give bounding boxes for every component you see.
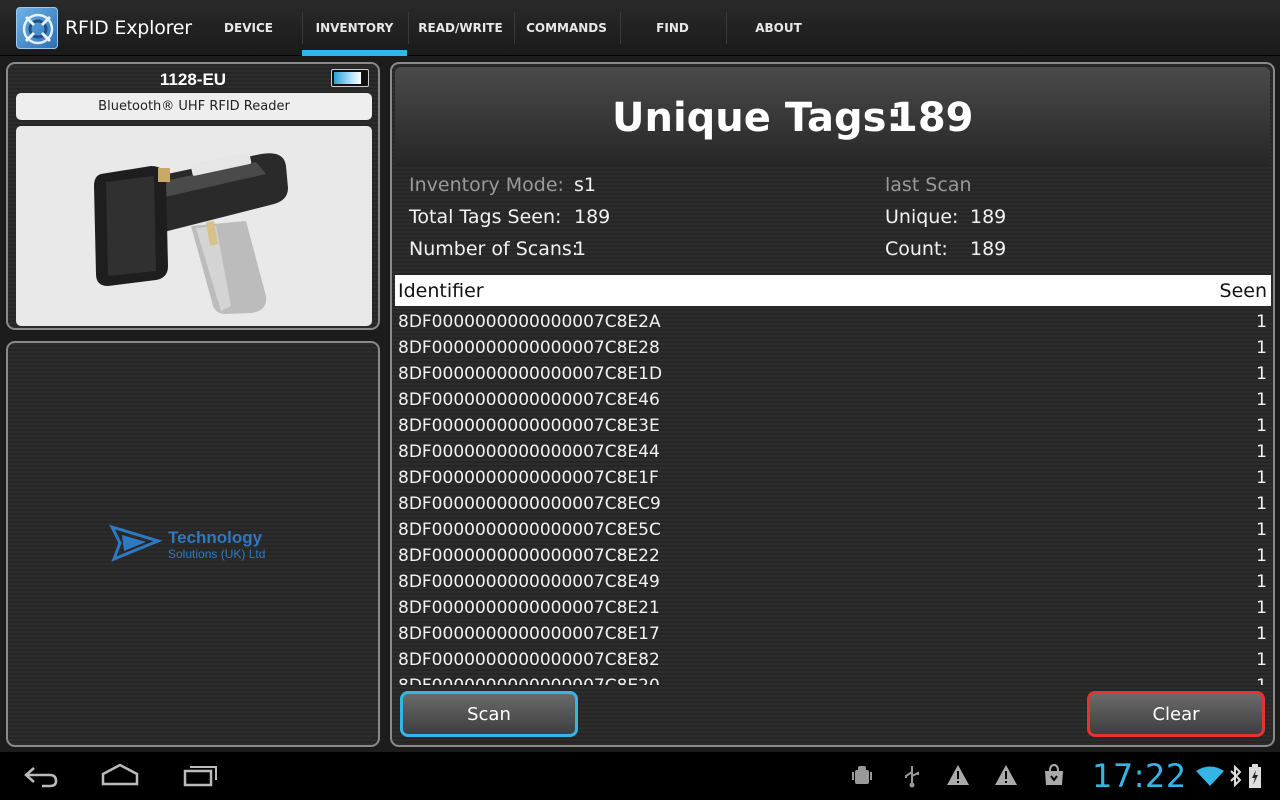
company-logo: Technology Solutions (UK) Ltd [108,523,265,568]
warning-icon [994,764,1018,791]
tag-identifier: 8DF0000000000000007C8E21 [398,598,660,618]
table-row[interactable]: 8DF0000000000000007C8E28 1 [395,335,1271,361]
tag-identifier: 8DF0000000000000007C8EC9 [398,494,661,514]
column-identifier: Identifier [398,280,484,302]
unique-tags-banner: Unique Tags: 189 [395,67,1270,167]
total-tags-label: Total Tags Seen: [409,206,562,228]
device-name: 1128-EU [159,70,227,89]
company-name-line1: Technology [168,528,263,547]
tag-list[interactable]: 8DF0000000000000007C8E2A 1 8DF000000000000… [395,309,1271,685]
tag-seen-count: 1 [1256,312,1267,332]
device-description: Bluetooth® UHF RFID Reader [16,93,372,120]
table-row[interactable]: 8DF0000000000000007C8E21 1 [395,595,1271,621]
company-logo-panel: Technology Solutions (UK) Ltd [6,341,380,747]
battery-charging-icon [1248,764,1262,793]
table-row[interactable]: 8DF0000000000000007C8E1F 1 [395,465,1271,491]
tag-seen-count: 1 [1256,442,1267,462]
tag-identifier: 8DF0000000000000007C8E44 [398,442,660,462]
tab-device[interactable]: DEVICE [196,0,301,56]
clock: 17:22 [1092,757,1187,795]
tag-identifier: 8DF0000000000000007C8E17 [398,624,660,644]
battery-level [334,72,361,84]
android-debug-icon [851,764,873,793]
inventory-mode-value: s1 [574,174,596,196]
tag-identifier: 8DF0000000000000007C8E49 [398,572,660,592]
unique-tags-label: Unique Tags: [612,95,903,141]
scan-button[interactable]: Scan [400,691,578,737]
device-panel: 1128-EU Bluetooth® UHF RFID Reader [6,62,380,330]
tag-seen-count: 1 [1256,416,1267,436]
tag-identifier: 8DF0000000000000007C8E1F [398,468,659,488]
back-icon[interactable] [22,760,60,795]
tab-about[interactable]: ABOUT [726,0,831,56]
last-count-value: 189 [970,238,1007,260]
table-row[interactable]: 8DF0000000000000007C8E2A 1 [395,309,1271,335]
unique-tags-value: 189 [890,95,974,141]
tag-seen-count: 1 [1256,364,1267,384]
tag-seen-count: 1 [1256,624,1267,644]
tag-seen-count: 1 [1256,546,1267,566]
system-bar: 17:22 [0,752,1280,800]
tag-identifier: 8DF0000000000000007C8E28 [398,338,660,358]
table-row[interactable]: 8DF0000000000000007C8EC9 1 [395,491,1271,517]
recents-icon[interactable] [182,760,220,795]
battery-icon [331,69,369,87]
tag-identifier: 8DF0000000000000007C8E1D [398,364,663,384]
table-row[interactable]: 8DF0000000000000007C8E82 1 [395,647,1271,673]
table-row[interactable]: 8DF0000000000000007C8E5C 1 [395,517,1271,543]
tab-read-write[interactable]: READ/WRITE [408,0,513,56]
tag-seen-count: 1 [1256,676,1267,685]
number-of-scans-label: Number of Scans: [409,238,579,260]
clear-button[interactable]: Clear [1087,691,1265,737]
wifi-icon [1196,766,1224,791]
number-of-scans-value: 1 [574,238,587,260]
tag-identifier: 8DF0000000000000007C8E5C [398,520,661,540]
company-logo-icon [109,524,163,562]
tag-seen-count: 1 [1256,494,1267,514]
total-tags-value: 189 [574,206,611,228]
tag-seen-count: 1 [1256,520,1267,540]
last-unique-value: 189 [970,206,1007,228]
last-scan-label: last Scan [885,174,972,196]
table-row[interactable]: 8DF0000000000000007C8E49 1 [395,569,1271,595]
action-bar: RFID Explorer DEVICE INVENTORY READ/WRIT… [0,0,1280,56]
warning-icon [946,764,970,791]
tag-seen-count: 1 [1256,338,1267,358]
last-unique-label: Unique: [885,206,959,228]
table-row[interactable]: 8DF0000000000000007C8E22 1 [395,543,1271,569]
table-row[interactable]: 8DF0000000000000007C8E20 1 [395,673,1271,685]
app-title: RFID Explorer [65,17,192,39]
rfid-reader-image [16,126,372,326]
tag-identifier: 8DF0000000000000007C8E2A [398,312,661,332]
tag-identifier: 8DF0000000000000007C8E3E [398,416,660,436]
tag-table-header: Identifier Seen [395,275,1271,306]
tab-find[interactable]: FIND [620,0,725,56]
tag-seen-count: 1 [1256,390,1267,410]
tab-inventory[interactable]: INVENTORY [302,0,407,56]
home-icon[interactable] [100,760,140,795]
usb-icon [903,764,921,793]
tag-identifier: 8DF0000000000000007C8E22 [398,546,660,566]
bluetooth-icon [1229,764,1243,792]
shopping-bag-icon [1043,763,1065,791]
tag-identifier: 8DF0000000000000007C8E82 [398,650,660,670]
tag-seen-count: 1 [1256,572,1267,592]
company-name-line2: Solutions (UK) Ltd [168,547,266,561]
tag-identifier: 8DF0000000000000007C8E20 [398,676,660,685]
table-row[interactable]: 8DF0000000000000007C8E46 1 [395,387,1271,413]
tag-seen-count: 1 [1256,598,1267,618]
tab-commands[interactable]: COMMANDS [514,0,619,56]
tag-seen-count: 1 [1256,468,1267,488]
column-seen: Seen [1219,280,1267,302]
table-row[interactable]: 8DF0000000000000007C8E17 1 [395,621,1271,647]
table-row[interactable]: 8DF0000000000000007C8E3E 1 [395,413,1271,439]
tag-identifier: 8DF0000000000000007C8E46 [398,390,660,410]
inventory-mode-label: Inventory Mode: [409,174,564,196]
tag-seen-count: 1 [1256,650,1267,670]
app-logo-icon [16,7,58,49]
table-row[interactable]: 8DF0000000000000007C8E1D 1 [395,361,1271,387]
table-row[interactable]: 8DF0000000000000007C8E44 1 [395,439,1271,465]
last-count-label: Count: [885,238,948,260]
inventory-panel: Unique Tags: 189 Inventory Mode: s1 Tota… [390,62,1275,747]
